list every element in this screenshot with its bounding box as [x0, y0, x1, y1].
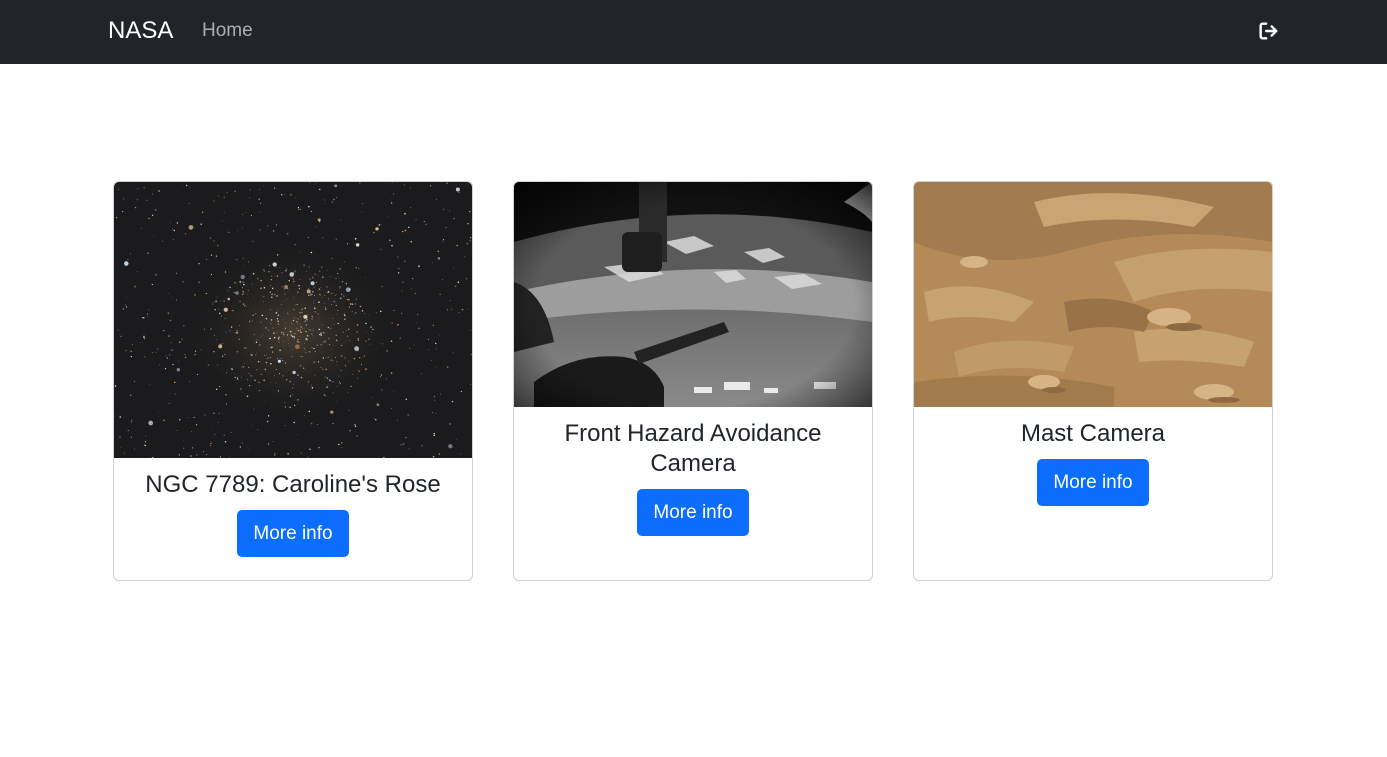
more-info-button[interactable]: More info [637, 489, 749, 536]
logout-button[interactable] [1254, 17, 1282, 45]
card-image-hazcam [514, 182, 872, 407]
card-image-star-cluster [114, 182, 472, 458]
card-front-hazard-avoidance-camera: Front Hazard Avoidance Camera More info [513, 181, 873, 581]
card-title: Mast Camera [1020, 420, 1166, 447]
logout-icon [1259, 22, 1278, 40]
card-ngc-7789: NGC 7789: Caroline's Rose More info [113, 181, 473, 581]
card-title: NGC 7789: Caroline's Rose [145, 471, 441, 498]
brand-link[interactable]: NASA [108, 16, 173, 46]
card-mast-camera: Mast Camera More info [913, 181, 1273, 581]
top-navbar: NASA Home [0, 0, 1387, 64]
more-info-button[interactable]: More info [1037, 459, 1149, 506]
card-title: Front Hazard Avoidance Camera [564, 420, 822, 477]
nav-home-link[interactable]: Home [202, 18, 253, 44]
more-info-button[interactable]: More info [237, 510, 349, 557]
card-image-mastcam [914, 182, 1272, 407]
